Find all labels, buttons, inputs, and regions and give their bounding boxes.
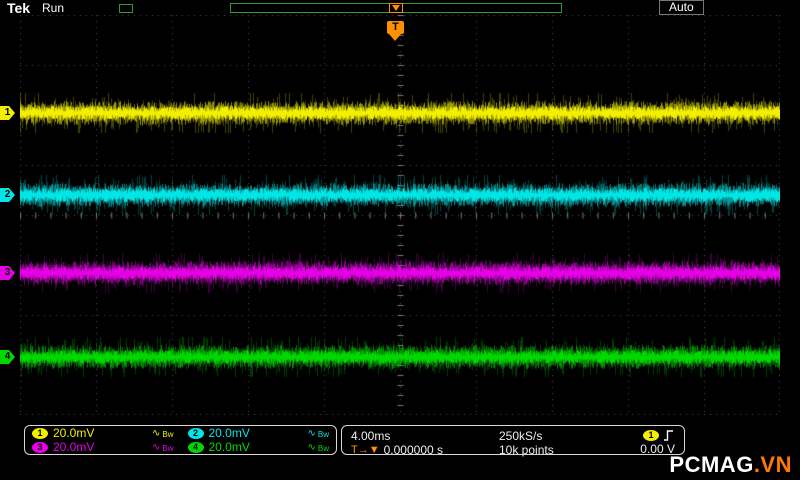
channel-3-reference-tag: 3: [0, 266, 15, 280]
bandwidth-limit-icon: Bw: [162, 429, 174, 439]
record-view-bar: [230, 3, 562, 13]
channel-1-scale: 20.0mV: [53, 426, 95, 440]
channel-1-reference-tag: 1: [0, 106, 15, 120]
watermark-main: PCMAG: [669, 452, 754, 477]
channel-3-scale: 20.0mV: [53, 440, 95, 454]
timebase-section: 4.00ms T→▼ 0.000000 s: [351, 428, 499, 457]
bandwidth-limit-icon: Bw: [317, 429, 329, 439]
channel-3-badge: 3: [32, 441, 48, 453]
channel-1-badge: 1: [32, 427, 48, 439]
acquisition-indicator: [119, 4, 133, 13]
channel-4-coupling-icons: ∿ Bw: [307, 442, 329, 453]
channel-3-readout: 3 20.0mV ∿ Bw: [25, 440, 181, 454]
channel-4-scale: 20.0mV: [208, 440, 250, 454]
channel-2-scale: 20.0mV: [208, 426, 250, 440]
trigger-slope-rising-icon: [664, 430, 673, 441]
channel-4-reference-tag: 4: [0, 350, 15, 364]
waveform-display: [20, 15, 780, 415]
trigger-source-section: 1 0.00 V: [640, 428, 675, 456]
channel-2-coupling-icons: ∿ Bw: [307, 428, 329, 439]
watermark-accent: .VN: [753, 452, 792, 477]
channel-4-readout: 4 20.0mV ∿ Bw: [181, 440, 337, 454]
record-length: 10k points: [499, 443, 554, 457]
timebase-scale: 4.00ms: [351, 429, 391, 443]
trigger-position-marker: T: [387, 21, 404, 34]
channel-2-reference-tag: 2: [0, 188, 15, 202]
ac-coupling-icon: ∿: [151, 427, 161, 439]
channel-4-badge: 4: [187, 441, 204, 453]
ac-coupling-icon: ∿: [307, 441, 316, 453]
channel-2-readout: 2 20.0mV ∿ Bw: [181, 426, 337, 440]
horizontal-trigger-readout-panel: 4.00ms T→▼ 0.000000 s 250kS/s 10k points…: [341, 425, 685, 457]
ac-coupling-icon: ∿: [151, 441, 161, 453]
trigger-time-value: 0.000000 s: [383, 443, 443, 457]
sample-rate: 250kS/s: [499, 429, 543, 443]
trigger-position-icon: T→▼: [351, 444, 380, 456]
channel-1-coupling-icons: ∿ Bw: [152, 428, 174, 439]
channel-readout-panel: 1 20.0mV ∿ Bw 2 20.0mV ∿ Bw 3 20.0mV ∿ Bw 4…: [24, 425, 337, 455]
channel-2-badge: 2: [187, 427, 204, 439]
sample-rate-section: 250kS/s 10k points: [499, 428, 617, 457]
ac-coupling-icon: ∿: [307, 427, 316, 439]
trigger-position-arrow-icon: [389, 34, 401, 41]
channel-1-readout: 1 20.0mV ∿ Bw: [25, 426, 181, 440]
bandwidth-limit-icon: Bw: [317, 443, 329, 453]
brand-logo: Tek: [7, 0, 31, 16]
watermark: PCMAG.VN: [669, 452, 792, 478]
record-trigger-arrow-icon: [392, 5, 400, 11]
trigger-source-badge: 1: [643, 430, 659, 441]
bandwidth-limit-icon: Bw: [162, 443, 174, 453]
acquisition-status: Run: [42, 1, 65, 15]
trigger-mode-badge: Auto: [659, 0, 704, 15]
channel-3-coupling-icons: ∿ Bw: [152, 442, 174, 453]
top-status-bar: Tek Run Auto: [0, 0, 800, 16]
